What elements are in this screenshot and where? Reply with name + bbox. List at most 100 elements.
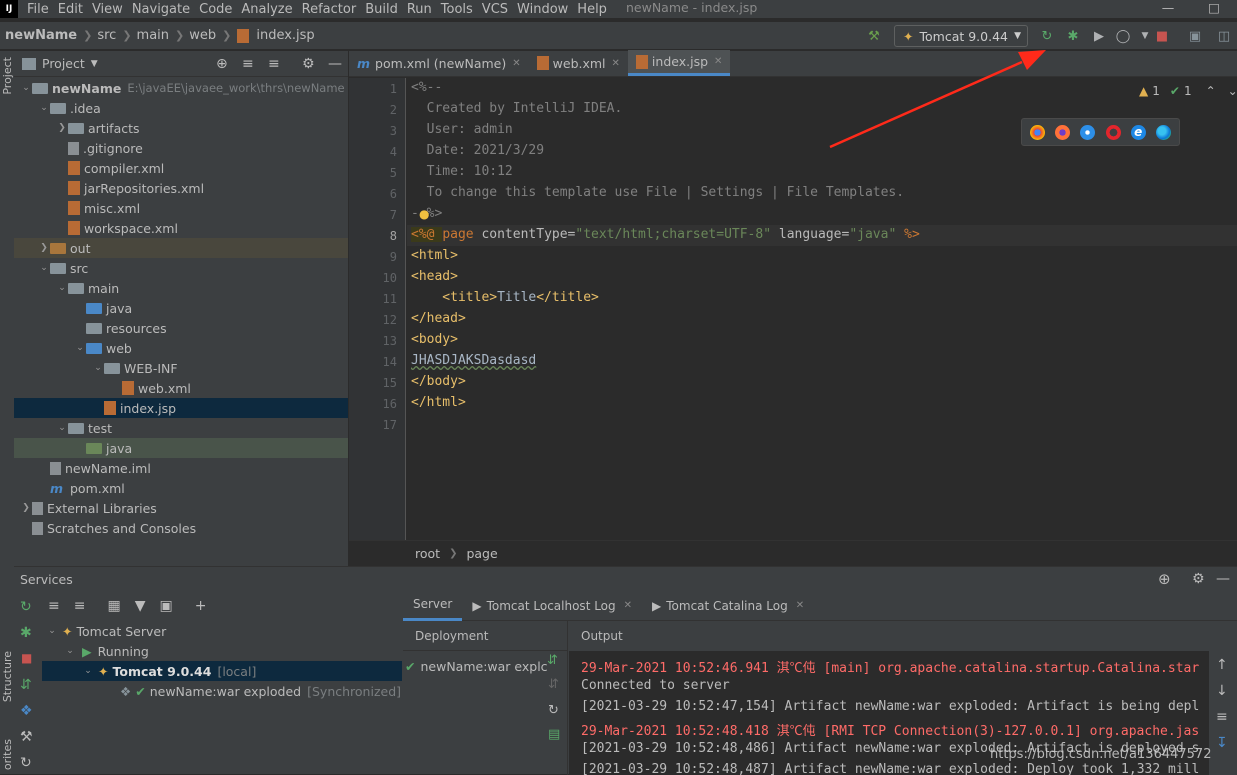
code-line-3[interactable]: User: admin — [411, 122, 513, 137]
group-by-icon[interactable]: ▦ — [107, 598, 120, 614]
tree-item[interactable]: ❯ out — [14, 238, 348, 258]
add-icon[interactable]: + — [195, 598, 207, 614]
chevron-down-icon[interactable]: ⌄ — [74, 343, 86, 353]
menu-window[interactable]: Window — [517, 2, 568, 17]
artifact-icon[interactable]: ❖ — [20, 703, 33, 719]
opera-icon[interactable] — [1105, 124, 1121, 140]
code-line-15[interactable]: </body> — [411, 374, 466, 389]
menu-vcs[interactable]: VCS — [482, 2, 508, 17]
menu-help[interactable]: Help — [577, 2, 607, 17]
stop-icon[interactable]: ■ — [21, 651, 32, 665]
tab-localhost-log[interactable]: ▶ Tomcat Localhost Log ✕ — [462, 591, 642, 621]
chevron-down-icon[interactable]: ⌄ — [56, 423, 68, 433]
gear-icon[interactable]: ⚙ — [1192, 571, 1205, 587]
tree-item[interactable]: ⌄ src — [14, 258, 348, 278]
tree-item[interactable]: ⌄ WEB-INF — [14, 358, 348, 378]
menu-refactor[interactable]: Refactor — [302, 2, 357, 17]
tree-item[interactable]: compiler.xml — [14, 158, 348, 178]
tree-item[interactable]: workspace.xml — [14, 218, 348, 238]
structure-tool-tab[interactable]: Structure — [1, 651, 14, 702]
tab-index-jsp[interactable]: index.jsp ✕ — [627, 50, 731, 76]
maximize-icon[interactable]: □ — [1191, 0, 1237, 15]
code-line-2[interactable]: Created by IntelliJ IDEA. — [411, 101, 623, 116]
intention-bulb-icon[interactable]: ● — [419, 207, 429, 221]
menu-code[interactable]: Code — [199, 2, 232, 17]
expand-all-icon[interactable]: ≡ — [242, 56, 254, 72]
scroll-to-end-icon[interactable]: ↧ — [1216, 735, 1228, 751]
menu-edit[interactable]: Edit — [58, 2, 83, 17]
tree-item[interactable]: resources — [14, 318, 348, 338]
code-line-5[interactable]: Time: 10:12 — [411, 164, 513, 179]
tab-server[interactable]: Server — [403, 591, 463, 621]
breadcrumb-root[interactable]: root — [415, 546, 440, 561]
breadcrumb-page[interactable]: page — [466, 546, 497, 561]
code-line-6[interactable]: To change this template use File | Setti… — [411, 185, 904, 200]
tab-catalina-log[interactable]: ▶ Tomcat Catalina Log ✕ — [642, 591, 814, 621]
run-with-coverage-icon[interactable]: ▶ — [1090, 27, 1108, 45]
deploy-icon[interactable]: ⇵ — [20, 677, 32, 693]
tab-pom-xml[interactable]: m pom.xml (newName) ✕ — [349, 50, 529, 76]
tree-item-running[interactable]: ⌄ ▶ Running — [42, 641, 402, 661]
tree-item-artifact[interactable]: ❖ ✔ newName:war exploded [Synchronized] — [42, 681, 402, 701]
tree-item[interactable]: ❯ External Libraries — [14, 498, 348, 518]
menu-build[interactable]: Build — [365, 2, 398, 17]
firefox-icon[interactable] — [1055, 124, 1071, 140]
refresh-icon[interactable]: ↻ — [20, 755, 32, 771]
breadcrumb-file[interactable]: index.jsp — [256, 28, 314, 43]
gear-icon[interactable]: ⚙ — [302, 56, 315, 72]
menu-file[interactable]: File — [27, 2, 49, 17]
more-run-chevron-icon[interactable]: ▼ — [1136, 27, 1154, 45]
menu-analyze[interactable]: Analyze — [241, 2, 292, 17]
wrench-icon[interactable]: ⚒ — [20, 729, 33, 745]
code-line-13[interactable]: <body> — [411, 332, 458, 347]
chevron-down-icon[interactable]: ⌄ — [38, 263, 50, 273]
code-line-1[interactable]: <%-- — [411, 80, 442, 95]
code-line-4[interactable]: Date: 2021/3/29 — [411, 143, 544, 158]
chrome-icon[interactable] — [1030, 124, 1046, 140]
code-line-16[interactable]: </html> — [411, 395, 466, 410]
hide-panel-icon[interactable]: — — [328, 56, 342, 72]
tree-item[interactable]: web.xml — [14, 378, 348, 398]
project-tool-tab[interactable]: Project — [1, 57, 14, 95]
expand-all-icon[interactable]: ≡ — [48, 598, 60, 614]
menu-tools[interactable]: Tools — [441, 2, 473, 17]
minimize-icon[interactable]: — — [1145, 0, 1191, 15]
filter-icon[interactable]: ▼ — [135, 598, 146, 614]
add-service-icon[interactable]: ⊕ — [1158, 570, 1171, 588]
safari-icon[interactable] — [1080, 124, 1096, 140]
code-line-9[interactable]: <html> — [411, 248, 458, 263]
collapse-all-icon[interactable]: ≡ — [268, 56, 280, 72]
locate-file-icon[interactable]: ⊕ — [216, 56, 228, 72]
chevron-down-icon[interactable]: ⌄ — [1228, 84, 1237, 98]
code-line-8[interactable]: <%@ page contentType="text/html;charset=… — [411, 227, 920, 242]
rerun-icon[interactable]: ↻ — [1038, 27, 1056, 45]
arrow-up-icon[interactable]: ↑ — [1216, 657, 1228, 673]
tree-item-tomcat-server[interactable]: ⌄ ✦ Tomcat Server — [42, 621, 402, 641]
breadcrumb-project[interactable]: newName — [5, 28, 77, 43]
tree-item[interactable]: ⌄ .idea — [14, 98, 348, 118]
favorites-tool-tab[interactable]: orites — [1, 739, 14, 770]
tree-item[interactable]: java — [14, 298, 348, 318]
profile-icon[interactable]: ◯ — [1114, 27, 1132, 45]
breadcrumb-main[interactable]: main — [137, 28, 169, 43]
close-icon[interactable]: ✕ — [796, 600, 804, 611]
hide-panel-icon[interactable]: — — [1216, 571, 1230, 587]
deployment-item[interactable]: ✔ newName:war explc — [403, 655, 567, 677]
new-tab-icon[interactable]: ▣ — [159, 598, 172, 614]
collapse-all-icon[interactable]: ≡ — [74, 598, 86, 614]
build-hammer-icon[interactable]: ⚒ — [865, 27, 883, 45]
tree-item[interactable]: ❯ artifacts — [14, 118, 348, 138]
internet-explorer-icon[interactable]: e — [1130, 124, 1146, 140]
tab-web-xml[interactable]: web.xml ✕ — [529, 50, 628, 76]
deploy-icon[interactable]: ⇵ — [547, 653, 558, 668]
tree-item[interactable]: ⌄ main — [14, 278, 348, 298]
tree-item[interactable]: ⌄ web — [14, 338, 348, 358]
tree-item[interactable]: misc.xml — [14, 198, 348, 218]
arrow-down-icon[interactable]: ↓ — [1216, 683, 1228, 699]
chevron-right-icon[interactable]: ❯ — [38, 243, 50, 253]
menu-run[interactable]: Run — [407, 2, 432, 17]
chevron-down-icon[interactable]: ⌄ — [38, 103, 50, 113]
toggle-presentation-icon[interactable]: ◫ — [1215, 27, 1233, 45]
tree-item[interactable]: newName.iml — [14, 458, 348, 478]
refresh-icon[interactable]: ↻ — [548, 703, 559, 718]
